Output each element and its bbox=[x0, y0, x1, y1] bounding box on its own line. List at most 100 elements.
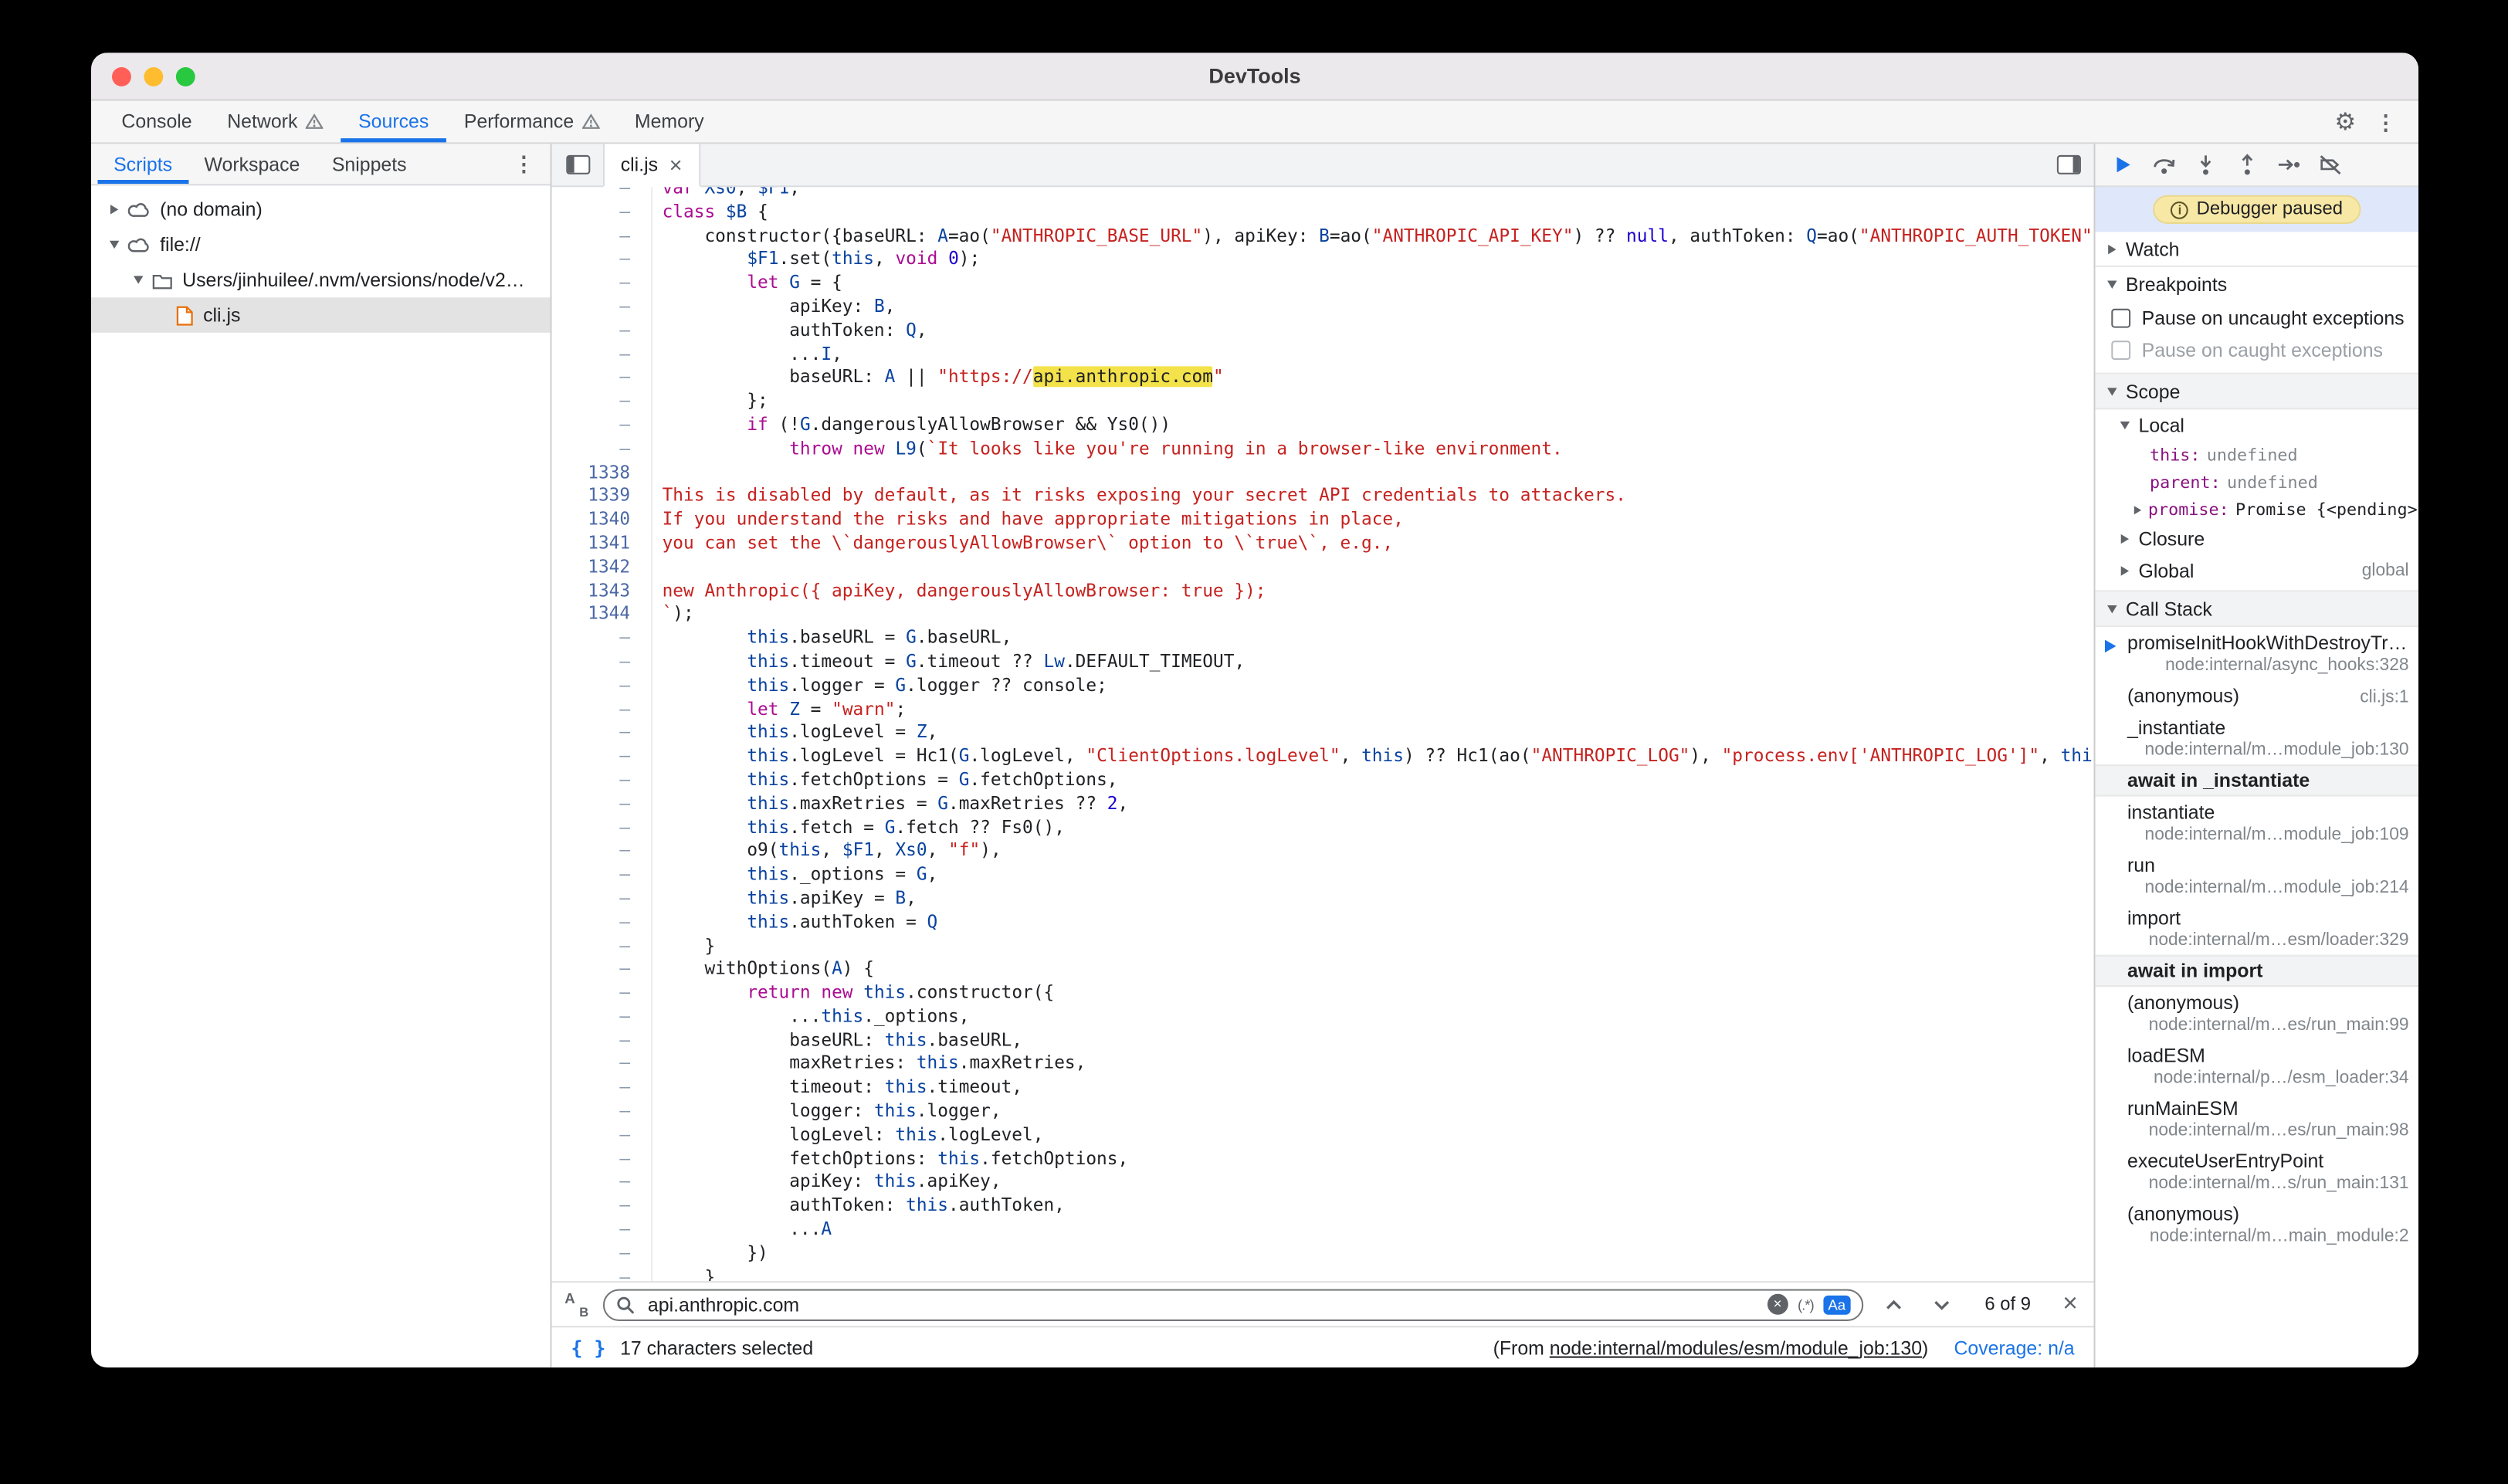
checkbox[interactable] bbox=[2111, 341, 2130, 360]
line-gutter[interactable]: – bbox=[552, 1242, 653, 1266]
pretty-print-icon[interactable]: { } bbox=[571, 1337, 606, 1359]
line-gutter[interactable]: 1342 bbox=[552, 556, 653, 580]
line-gutter[interactable]: – bbox=[552, 367, 653, 391]
line-gutter[interactable]: – bbox=[552, 391, 653, 415]
line-gutter[interactable]: – bbox=[552, 675, 653, 699]
line-gutter[interactable]: – bbox=[552, 864, 653, 888]
tab-workspace[interactable]: Workspace bbox=[188, 144, 316, 184]
call-stack-section-header[interactable]: Call Stack bbox=[2096, 591, 2418, 627]
line-gutter[interactable]: – bbox=[552, 1100, 653, 1124]
line-gutter[interactable]: – bbox=[552, 1219, 653, 1243]
line-gutter[interactable]: – bbox=[552, 1124, 653, 1148]
line-gutter[interactable]: – bbox=[552, 1148, 653, 1172]
line-gutter[interactable]: – bbox=[552, 1006, 653, 1030]
zoom-window-button[interactable] bbox=[176, 66, 195, 86]
step-out-icon[interactable] bbox=[2232, 151, 2263, 179]
tree-item-cli-js[interactable]: cli.js bbox=[91, 297, 551, 333]
tab-sources[interactable]: Sources bbox=[341, 101, 446, 143]
line-gutter[interactable]: – bbox=[552, 958, 653, 982]
line-gutter[interactable]: – bbox=[552, 793, 653, 817]
line-gutter[interactable]: 1340 bbox=[552, 509, 653, 533]
tab-network[interactable]: Network bbox=[209, 101, 341, 143]
tree-item-users-jinhuilee-nvm-versions-node-v2[interactable]: Users/jinhuilee/.nvm/versions/node/v2… bbox=[91, 263, 551, 298]
tree-item-file[interactable]: file:// bbox=[91, 227, 551, 263]
line-gutter[interactable]: – bbox=[552, 1266, 653, 1281]
scope-variable[interactable]: parent: undefined bbox=[2096, 469, 2418, 496]
scope-variable[interactable]: this: undefined bbox=[2096, 442, 2418, 469]
deactivate-breakpoints-icon[interactable] bbox=[2314, 151, 2346, 179]
line-gutter[interactable]: – bbox=[552, 273, 653, 296]
scope-group-local[interactable]: Local bbox=[2096, 409, 2418, 441]
line-gutter[interactable]: – bbox=[552, 627, 653, 651]
step-over-icon[interactable] bbox=[2148, 151, 2180, 179]
breakpoints-section-header[interactable]: Breakpoints bbox=[2096, 267, 2418, 303]
settings-gear-icon[interactable]: ⚙ bbox=[2334, 110, 2356, 134]
call-stack-frame[interactable]: _instantiatenode:internal/m…module_job:1… bbox=[2096, 712, 2418, 764]
call-stack-frame[interactable]: (anonymous)node:internal/m…es/run_main:9… bbox=[2096, 987, 2418, 1039]
tab-snippets[interactable]: Snippets bbox=[316, 144, 422, 184]
close-window-button[interactable] bbox=[112, 66, 131, 86]
next-match-button[interactable] bbox=[1924, 1298, 1960, 1311]
line-gutter[interactable]: – bbox=[552, 320, 653, 344]
more-options-icon[interactable]: ⋮ bbox=[2375, 111, 2396, 132]
line-gutter[interactable]: 1339 bbox=[552, 485, 653, 509]
coverage-link[interactable]: Coverage: n/a bbox=[1954, 1337, 2074, 1359]
disclosure-triangle[interactable] bbox=[134, 276, 143, 283]
tab-console[interactable]: Console bbox=[104, 101, 210, 143]
resume-script-icon[interactable] bbox=[2106, 151, 2138, 179]
source-map-link[interactable]: node:internal/modules/esm/module_job:130 bbox=[1550, 1337, 1922, 1359]
line-gutter[interactable]: – bbox=[552, 187, 653, 201]
call-stack-frame[interactable]: (anonymous)node:internal/m…main_module:2 bbox=[2096, 1198, 2418, 1251]
minimize-window-button[interactable] bbox=[144, 66, 163, 86]
line-gutter[interactable]: – bbox=[552, 816, 653, 840]
line-gutter[interactable]: – bbox=[552, 911, 653, 935]
close-search-icon[interactable]: × bbox=[2056, 1292, 2078, 1317]
line-gutter[interactable]: – bbox=[552, 249, 653, 273]
line-gutter[interactable]: – bbox=[552, 651, 653, 675]
line-gutter[interactable]: – bbox=[552, 225, 653, 249]
search-input[interactable] bbox=[645, 1292, 1757, 1317]
line-gutter[interactable]: – bbox=[552, 769, 653, 793]
line-gutter[interactable]: – bbox=[552, 1029, 653, 1053]
line-gutter[interactable]: – bbox=[552, 296, 653, 320]
tab-memory[interactable]: Memory bbox=[617, 101, 721, 143]
toggle-sources-panel-icon[interactable] bbox=[2042, 144, 2093, 185]
editor-tab-cli-js[interactable]: cli.js × bbox=[603, 144, 700, 187]
line-gutter[interactable]: – bbox=[552, 438, 653, 462]
replace-toggle-icon[interactable]: A B bbox=[564, 1292, 590, 1317]
disclosure-triangle[interactable] bbox=[110, 241, 119, 249]
tree-item-no-domain[interactable]: (no domain) bbox=[91, 192, 551, 228]
line-gutter[interactable]: 1344 bbox=[552, 604, 653, 628]
call-stack-frame[interactable]: (anonymous)cli.js:1 bbox=[2096, 679, 2418, 711]
previous-match-button[interactable] bbox=[1876, 1298, 1912, 1311]
line-gutter[interactable]: – bbox=[552, 1053, 653, 1077]
scope-variable[interactable]: promise: Promise {<pending>} bbox=[2096, 496, 2418, 523]
call-stack-frame[interactable]: runnode:internal/m…module_job:214 bbox=[2096, 849, 2418, 902]
line-gutter[interactable]: – bbox=[552, 887, 653, 911]
match-case-toggle[interactable]: Aa bbox=[1823, 1295, 1850, 1314]
watch-section-header[interactable]: Watch bbox=[2096, 232, 2418, 267]
call-stack-frame[interactable]: runMainESMnode:internal/m…es/run_main:98 bbox=[2096, 1093, 2418, 1145]
line-gutter[interactable]: – bbox=[552, 982, 653, 1006]
line-gutter[interactable]: – bbox=[552, 1077, 653, 1101]
checkbox[interactable] bbox=[2111, 309, 2130, 328]
step-into-icon[interactable] bbox=[2190, 151, 2222, 179]
call-stack-frame[interactable]: instantiatenode:internal/m…module_job:10… bbox=[2096, 797, 2418, 849]
line-gutter[interactable]: – bbox=[552, 343, 653, 367]
line-gutter[interactable]: – bbox=[552, 202, 653, 225]
scope-section-header[interactable]: Scope bbox=[2096, 374, 2418, 410]
tab-performance[interactable]: Performance bbox=[446, 101, 617, 143]
line-gutter[interactable]: – bbox=[552, 414, 653, 438]
line-gutter[interactable]: – bbox=[552, 1195, 653, 1219]
toggle-navigator-icon[interactable] bbox=[552, 144, 603, 185]
call-stack-frame[interactable]: promiseInitHookWithDestroyTr…node:intern… bbox=[2096, 627, 2418, 679]
disclosure-triangle[interactable] bbox=[110, 205, 118, 214]
line-gutter[interactable]: – bbox=[552, 698, 653, 722]
line-gutter[interactable]: – bbox=[552, 840, 653, 864]
tab-scripts[interactable]: Scripts bbox=[97, 144, 188, 184]
line-gutter[interactable]: – bbox=[552, 935, 653, 959]
call-stack-frame[interactable]: loadESMnode:internal/p…/esm_loader:34 bbox=[2096, 1039, 2418, 1092]
code-editor[interactable]: –var Xs0, $F1,–class $B {– constructor({… bbox=[552, 187, 2094, 1281]
navigator-more-icon[interactable]: ⋮ bbox=[497, 151, 550, 177]
regex-toggle-icon[interactable]: (.*) bbox=[1798, 1296, 1814, 1313]
